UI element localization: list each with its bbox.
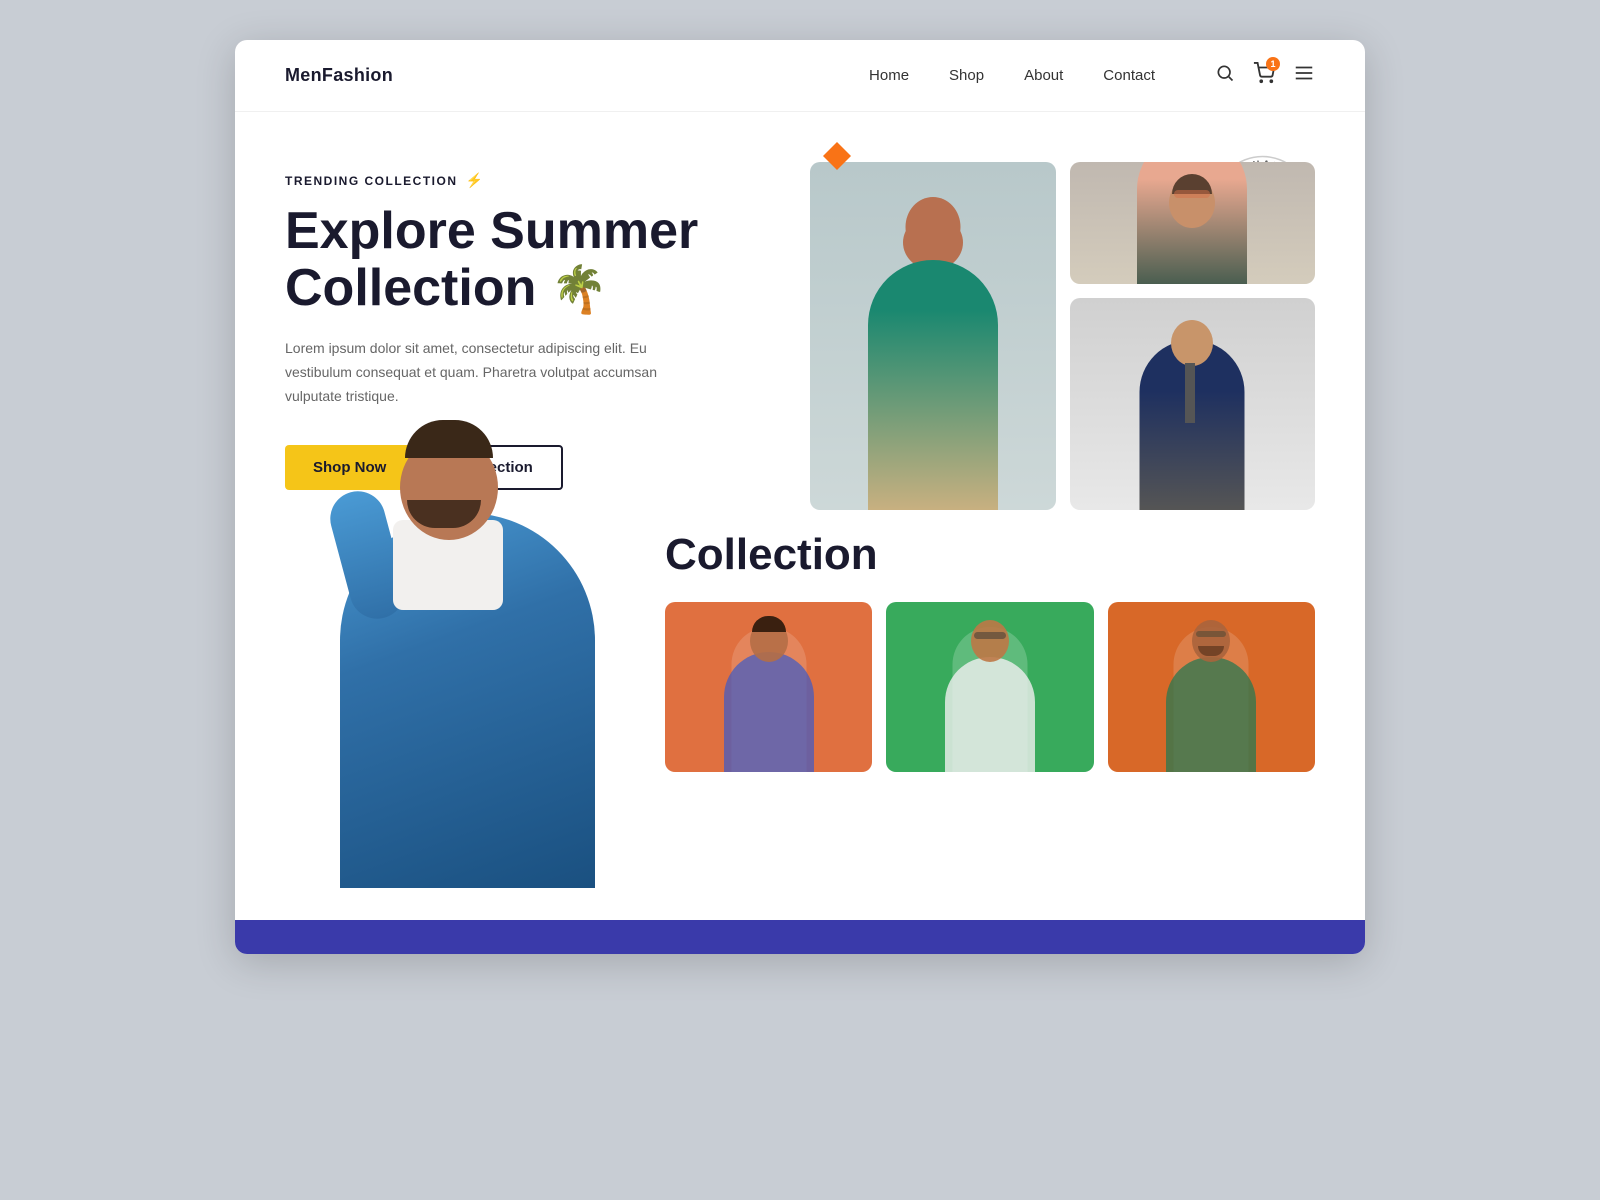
hamburger-icon xyxy=(1293,62,1315,84)
search-button[interactable] xyxy=(1215,63,1235,88)
nav-links: Home Shop About Contact xyxy=(869,67,1155,85)
card1-fig-hair xyxy=(752,616,786,632)
bottom-section: Collection xyxy=(235,500,1365,920)
diamond-decoration xyxy=(823,142,851,175)
nav-contact[interactable]: Contact xyxy=(1103,67,1155,84)
collection-card-1 xyxy=(665,602,872,772)
shop-now-button[interactable]: Shop Now xyxy=(285,445,414,490)
cart-button[interactable]: 1 xyxy=(1253,62,1275,89)
brand-logo: MenFashion xyxy=(285,65,393,86)
fig2-head xyxy=(1171,320,1213,366)
nav-home[interactable]: Home xyxy=(869,67,909,84)
nav-shop[interactable]: Shop xyxy=(949,67,984,84)
search-icon xyxy=(1215,63,1235,83)
nav-about[interactable]: About xyxy=(1024,67,1063,84)
fig1-body xyxy=(868,260,998,510)
fig3-glasses xyxy=(1174,190,1210,198)
hero-description: Lorem ipsum dolor sit amet, consectetur … xyxy=(285,337,705,408)
cart-badge: 1 xyxy=(1266,57,1280,71)
hero-photo-grid: BEST QUALITY · BEST QUALITY · ★ xyxy=(810,162,1315,510)
right-content-area: Collection xyxy=(665,500,1315,920)
large-man-figure xyxy=(285,500,665,920)
collection-card-3 xyxy=(1108,602,1315,772)
collection-heading: Collection xyxy=(665,530,1315,580)
photo-man-suit xyxy=(1070,298,1316,510)
hero-section: TRENDING COLLECTION ⚡ Explore Summer Col… xyxy=(235,112,1365,510)
hero-title-line1: Explore Summer xyxy=(285,202,698,260)
hero-title-line2: Collection xyxy=(285,259,536,317)
hero-title: Explore Summer Collection 🌴 xyxy=(285,203,790,317)
page-wrapper: MenFashion Home Shop About Contact 1 xyxy=(235,40,1365,954)
nav-icons: 1 xyxy=(1215,62,1315,89)
fig1-head2 xyxy=(905,197,960,257)
photo-man-teal xyxy=(810,162,1056,510)
collection-cards xyxy=(665,602,1315,772)
collection-card-2 xyxy=(886,602,1093,772)
card3-fig-shirt xyxy=(1166,657,1256,772)
card2-glasses xyxy=(974,632,1006,639)
trending-tag: TRENDING COLLECTION ⚡ xyxy=(285,172,790,189)
photo-man-pink xyxy=(1070,162,1316,284)
trending-label: TRENDING COLLECTION xyxy=(285,174,458,188)
card2-fig-shirt xyxy=(945,657,1035,772)
navbar: MenFashion Home Shop About Contact 1 xyxy=(235,40,1365,112)
fig2-tie xyxy=(1185,363,1195,423)
card1-fig-shirt xyxy=(724,652,814,772)
card3-glasses xyxy=(1196,631,1226,637)
lightning-icon: ⚡ xyxy=(466,172,485,189)
hero-left: TRENDING COLLECTION ⚡ Explore Summer Col… xyxy=(285,162,790,510)
hero-buttons: Shop Now Collection xyxy=(285,445,790,490)
menu-button[interactable] xyxy=(1293,62,1315,89)
card2-fig-head xyxy=(971,620,1009,662)
bottom-bar xyxy=(235,920,1365,954)
palm-tree-emoji: 🌴 xyxy=(551,263,608,315)
